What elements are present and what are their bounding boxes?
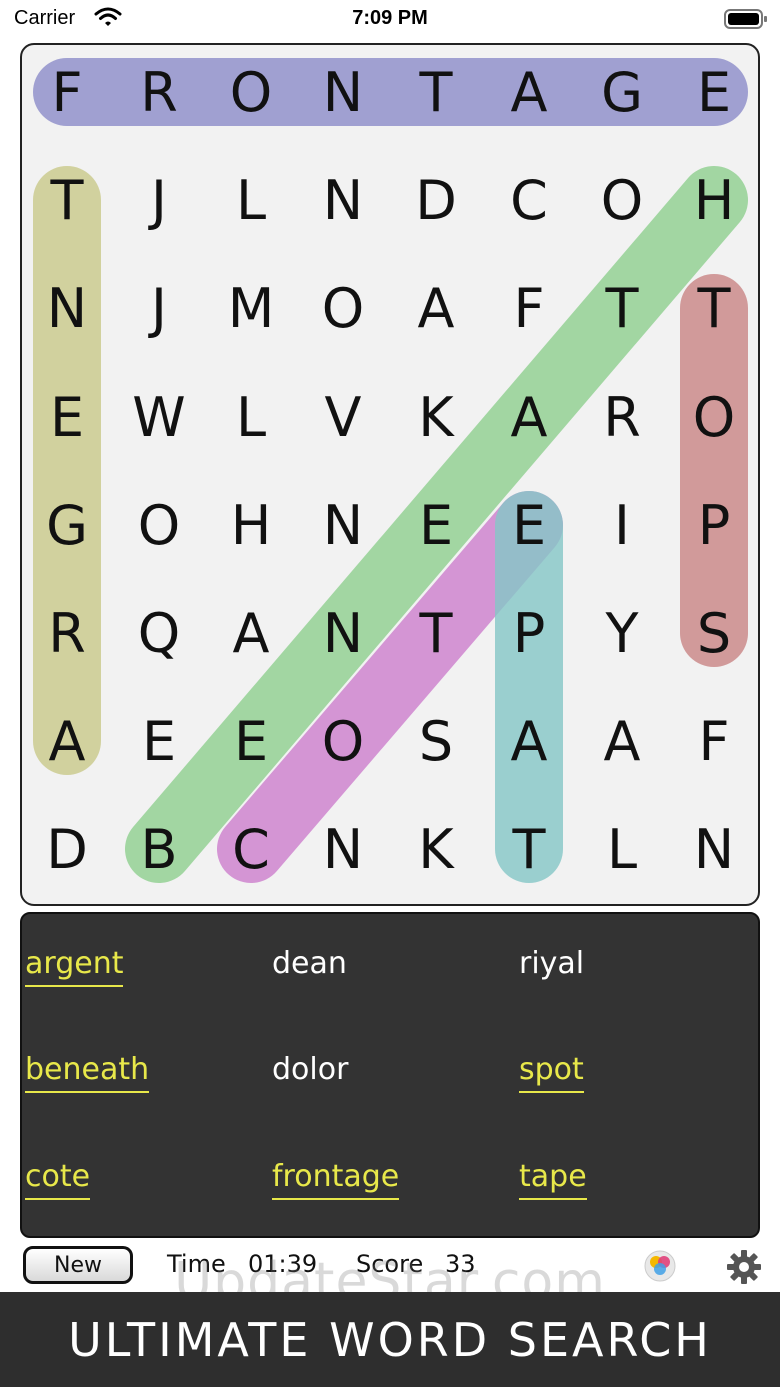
- grid-cell[interactable]: A: [21, 688, 113, 794]
- grid-cell[interactable]: C: [205, 796, 297, 902]
- word-item: beneath: [25, 1052, 150, 1093]
- word-item: frontage: [272, 1159, 400, 1200]
- grid-cell[interactable]: V: [297, 364, 389, 470]
- grid-cell[interactable]: A: [205, 580, 297, 686]
- grid-cell[interactable]: G: [21, 472, 113, 578]
- grid-cell[interactable]: S: [390, 688, 482, 794]
- grid-cell[interactable]: R: [113, 39, 205, 145]
- grid-cell[interactable]: P: [483, 580, 575, 686]
- grid-cell[interactable]: D: [390, 147, 482, 253]
- word-list: argent dean riyal beneath dolor spot cote front…: [20, 912, 760, 1238]
- grid-cell[interactable]: O: [297, 255, 389, 361]
- word-grid[interactable]: FRONTAGETJLNDCOHNJMOAFTTEWLVKAROGOHNEEIP…: [20, 43, 760, 906]
- app-banner: ULTIMATE WORD SEARCH: [0, 1292, 780, 1387]
- grid-cell[interactable]: O: [576, 147, 668, 253]
- grid-cell[interactable]: M: [205, 255, 297, 361]
- grid-cell[interactable]: F: [21, 39, 113, 145]
- grid-cell[interactable]: A: [483, 39, 575, 145]
- grid-cell[interactable]: O: [113, 472, 205, 578]
- grid-cell[interactable]: E: [205, 688, 297, 794]
- grid-cell[interactable]: A: [483, 688, 575, 794]
- grid-cell[interactable]: F: [483, 255, 575, 361]
- grid-cell[interactable]: O: [205, 39, 297, 145]
- grid-cell[interactable]: W: [113, 364, 205, 470]
- word-item: riyal: [519, 946, 585, 981]
- grid-cell[interactable]: T: [576, 255, 668, 361]
- grid-cell[interactable]: T: [390, 39, 482, 145]
- grid-cell[interactable]: G: [576, 39, 668, 145]
- grid-cell[interactable]: N: [297, 147, 389, 253]
- word-item: argent: [25, 946, 124, 987]
- grid-cell[interactable]: N: [297, 580, 389, 686]
- grid-cell[interactable]: N: [21, 255, 113, 361]
- grid-cell[interactable]: Y: [576, 580, 668, 686]
- grid-cell[interactable]: T: [21, 147, 113, 253]
- grid-cell[interactable]: O: [297, 688, 389, 794]
- grid-cell[interactable]: Q: [113, 580, 205, 686]
- grid-cell[interactable]: T: [390, 580, 482, 686]
- grid-cell[interactable]: K: [390, 796, 482, 902]
- word-item: dolor: [272, 1052, 349, 1087]
- grid-cell[interactable]: E: [668, 39, 760, 145]
- grid-cell[interactable]: N: [668, 796, 760, 902]
- grid-cell[interactable]: E: [390, 472, 482, 578]
- grid-cell[interactable]: H: [668, 147, 760, 253]
- grid-cell[interactable]: C: [483, 147, 575, 253]
- word-item: spot: [519, 1052, 584, 1093]
- grid-cell[interactable]: L: [205, 364, 297, 470]
- grid-cell[interactable]: S: [668, 580, 760, 686]
- battery-icon: [724, 9, 767, 29]
- grid-cell[interactable]: J: [113, 255, 205, 361]
- grid-cell[interactable]: N: [297, 472, 389, 578]
- grid-cell[interactable]: L: [205, 147, 297, 253]
- grid-cell[interactable]: I: [576, 472, 668, 578]
- grid-cell[interactable]: T: [668, 255, 760, 361]
- grid-cell[interactable]: R: [576, 364, 668, 470]
- grid-cell[interactable]: R: [21, 580, 113, 686]
- grid-cell[interactable]: N: [297, 39, 389, 145]
- grid-cell[interactable]: T: [483, 796, 575, 902]
- grid-cell[interactable]: O: [668, 364, 760, 470]
- grid-cell[interactable]: E: [21, 364, 113, 470]
- grid-cell[interactable]: H: [205, 472, 297, 578]
- grid-cell[interactable]: L: [576, 796, 668, 902]
- grid-cell[interactable]: A: [483, 364, 575, 470]
- word-item: cote: [25, 1159, 91, 1200]
- grid-cell[interactable]: E: [113, 688, 205, 794]
- word-item: dean: [272, 946, 347, 981]
- grid-cell[interactable]: D: [21, 796, 113, 902]
- grid-cell[interactable]: E: [483, 472, 575, 578]
- grid-cell[interactable]: A: [576, 688, 668, 794]
- grid-cell[interactable]: J: [113, 147, 205, 253]
- grid-cell[interactable]: B: [113, 796, 205, 902]
- status-bar: Carrier 7:09 PM: [0, 0, 780, 40]
- grid-cell[interactable]: N: [297, 796, 389, 902]
- word-item: tape: [519, 1159, 587, 1200]
- clock: 7:09 PM: [352, 7, 428, 29]
- grid-cell[interactable]: F: [668, 688, 760, 794]
- grid-cell[interactable]: K: [390, 364, 482, 470]
- grid-cell[interactable]: P: [668, 472, 760, 578]
- grid-cell[interactable]: A: [390, 255, 482, 361]
